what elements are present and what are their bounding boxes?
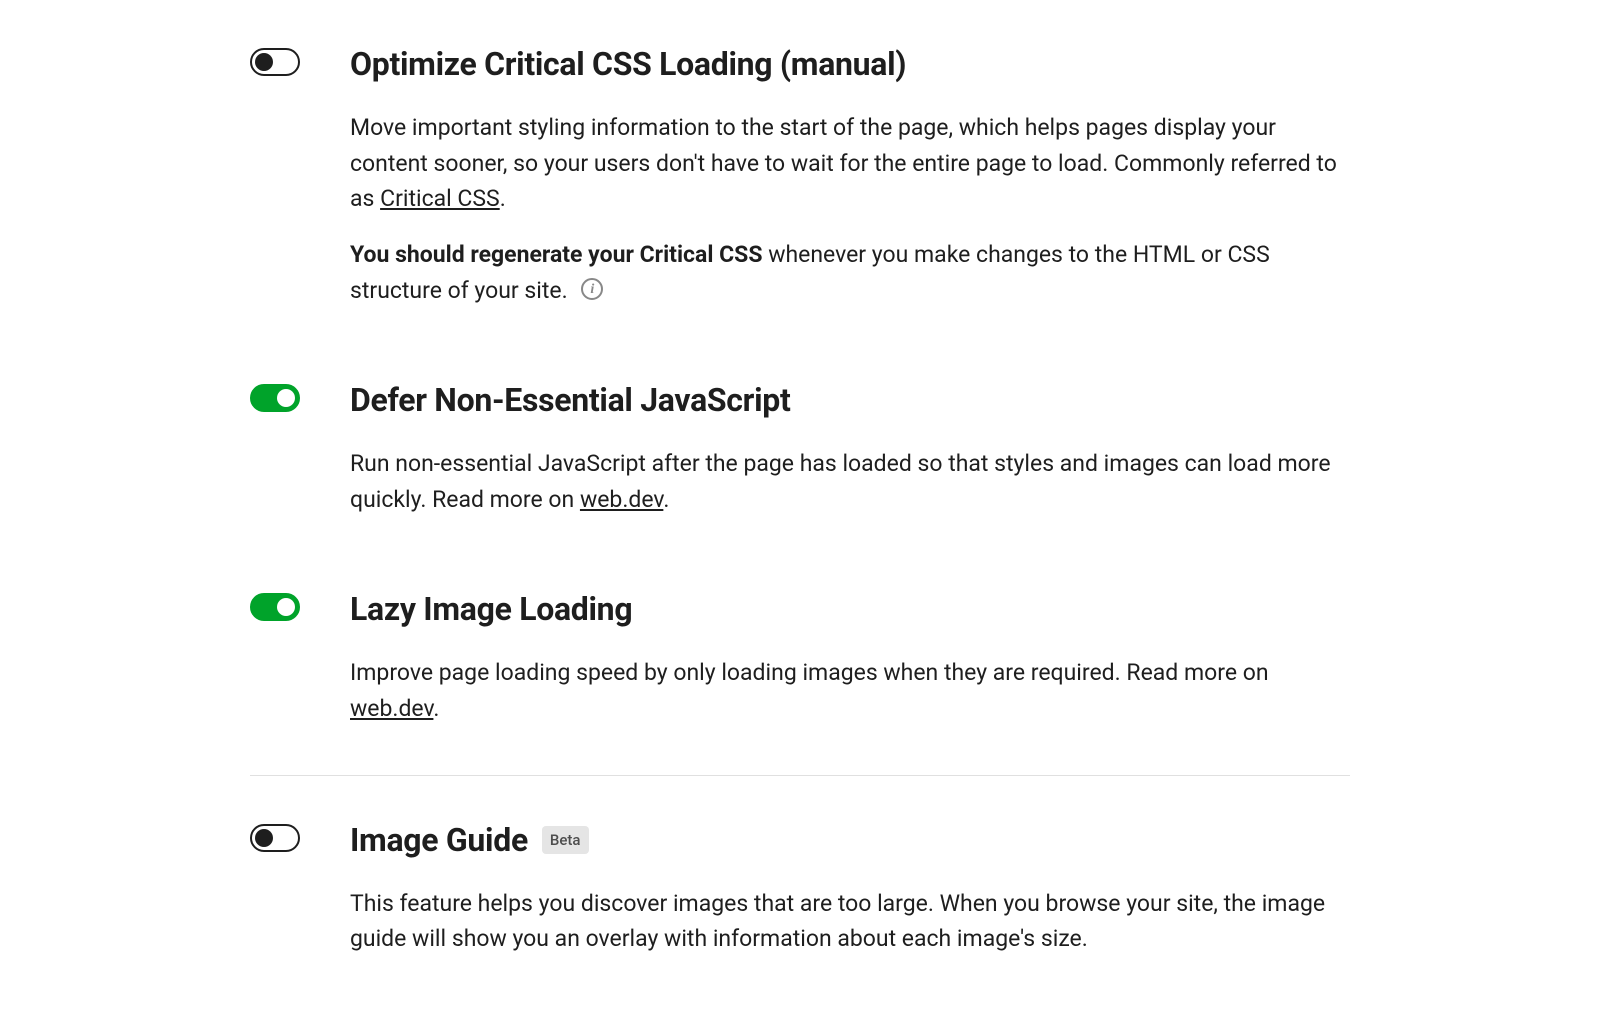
setting-description: Improve page loading speed by only loadi…	[350, 655, 1350, 726]
setting-content: Optimize Critical CSS Loading (manual) M…	[350, 40, 1350, 308]
desc-text: .	[500, 185, 506, 212]
toggle-column	[250, 585, 350, 726]
setting-content: Image Guide Beta This feature helps you …	[350, 816, 1350, 957]
desc-text: Run non-essential JavaScript after the p…	[350, 450, 1331, 513]
webdev-link[interactable]: web.dev	[350, 695, 433, 722]
toggle-knob	[277, 389, 295, 407]
critical-css-link[interactable]: Critical CSS	[380, 185, 500, 212]
setting-title: Lazy Image Loading	[350, 585, 1350, 633]
desc-text: .	[663, 486, 669, 513]
toggle-column	[250, 40, 350, 308]
setting-defer-js: Defer Non-Essential JavaScript Run non-e…	[250, 356, 1350, 565]
toggle-knob	[255, 53, 273, 71]
toggle-column	[250, 816, 350, 957]
desc-text: Improve page loading speed by only loadi…	[350, 659, 1269, 686]
toggle-defer-js[interactable]	[250, 384, 300, 412]
toggle-knob	[255, 829, 273, 847]
desc-bold: You should regenerate your Critical CSS	[350, 241, 763, 268]
setting-title: Image Guide Beta	[350, 816, 1350, 864]
setting-image-guide: Image Guide Beta This feature helps you …	[250, 775, 1350, 1005]
setting-description: Run non-essential JavaScript after the p…	[350, 446, 1350, 517]
beta-badge: Beta	[542, 826, 589, 855]
desc-text: .	[433, 695, 439, 722]
setting-content: Defer Non-Essential JavaScript Run non-e…	[350, 376, 1350, 517]
toggle-optimize-css[interactable]	[250, 48, 300, 76]
setting-title-text: Optimize Critical CSS Loading (manual)	[350, 40, 906, 88]
toggle-image-guide[interactable]	[250, 824, 300, 852]
info-icon[interactable]: i	[581, 278, 603, 300]
setting-title-text: Image Guide	[350, 816, 528, 864]
desc-text: This feature helps you discover images t…	[350, 890, 1325, 953]
webdev-link[interactable]: web.dev	[580, 486, 663, 513]
setting-title: Defer Non-Essential JavaScript	[350, 376, 1350, 424]
toggle-lazy-image[interactable]	[250, 593, 300, 621]
setting-title-text: Lazy Image Loading	[350, 585, 632, 633]
setting-description: This feature helps you discover images t…	[350, 886, 1350, 957]
setting-content: Lazy Image Loading Improve page loading …	[350, 585, 1350, 726]
setting-optimize-css: Optimize Critical CSS Loading (manual) M…	[250, 20, 1350, 356]
setting-description-note: You should regenerate your Critical CSS …	[350, 237, 1350, 308]
toggle-column	[250, 376, 350, 517]
setting-lazy-image: Lazy Image Loading Improve page loading …	[250, 565, 1350, 774]
setting-description: Move important styling information to th…	[350, 110, 1350, 217]
settings-container: Optimize Critical CSS Loading (manual) M…	[210, 20, 1390, 1005]
setting-title: Optimize Critical CSS Loading (manual)	[350, 40, 1350, 88]
setting-title-text: Defer Non-Essential JavaScript	[350, 376, 791, 424]
toggle-knob	[277, 598, 295, 616]
